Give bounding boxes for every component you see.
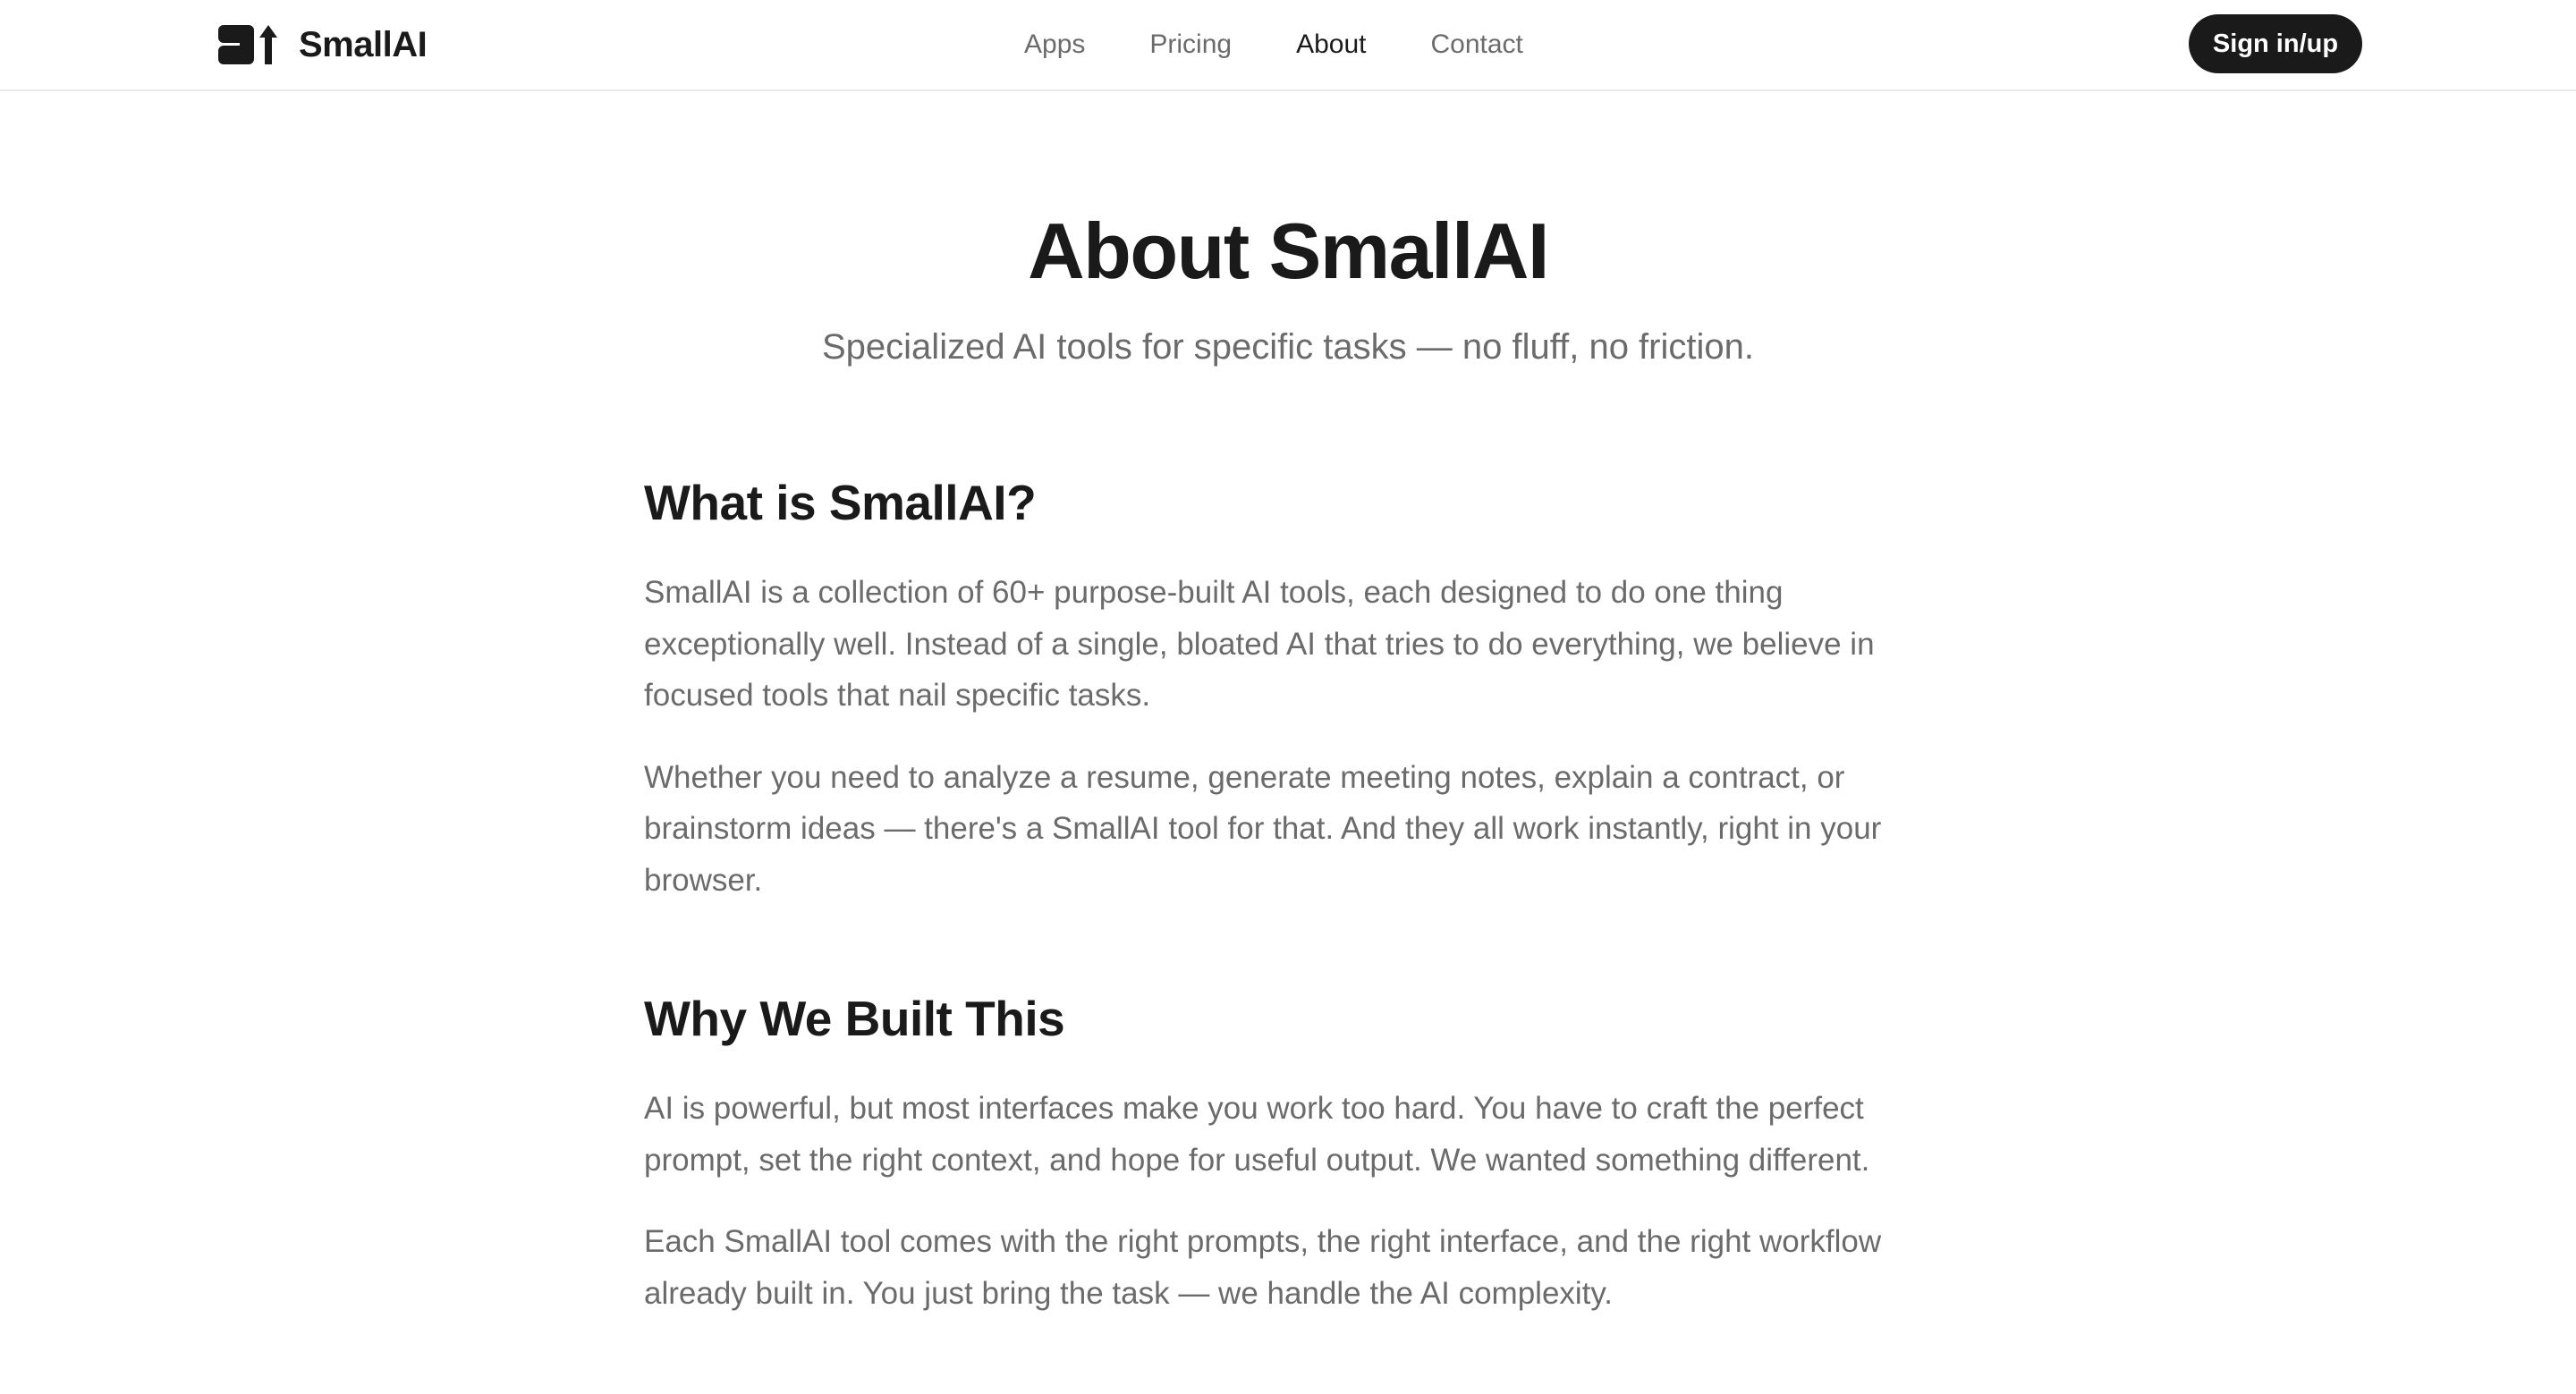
section-paragraph: Each SmallAI tool comes with the right p… xyxy=(644,1224,1882,1311)
brand-name: SmallAI xyxy=(299,24,428,64)
page-subtitle: Specialized AI tools for specific tasks … xyxy=(822,327,1754,367)
section-heading: What is SmallAI? xyxy=(644,475,1037,530)
about-content: What is SmallAI? SmallAI is a collection… xyxy=(644,465,1941,1394)
nav-contact[interactable]: Contact xyxy=(1431,30,1523,60)
smallai-logo-icon xyxy=(218,25,277,64)
brand-logo-link[interactable]: SmallAI xyxy=(218,23,428,66)
nav-pricing[interactable]: Pricing xyxy=(1149,30,1232,60)
main-nav: Apps Pricing About Contact xyxy=(1024,25,1523,64)
section-paragraph: AI is powerful, but most interfaces make… xyxy=(644,1091,1870,1178)
sign-in-button[interactable]: Sign in/up xyxy=(2189,14,2362,73)
section-paragraph: Whether you need to analyze a resume, ge… xyxy=(644,759,1882,898)
nav-apps[interactable]: Apps xyxy=(1024,30,1085,60)
section-heading: Why We Built This xyxy=(644,991,1065,1046)
section-why-built: Why We Built This AI is powerful, but mo… xyxy=(644,981,1941,1319)
nav-about[interactable]: About xyxy=(1296,30,1366,60)
section-paragraph: SmallAI is a collection of 60+ purpose-b… xyxy=(644,575,1875,713)
page-title: About SmallAI xyxy=(1028,207,1549,295)
section-what-is: What is SmallAI? SmallAI is a collection… xyxy=(644,465,1941,906)
top-navbar: SmallAI Apps Pricing About Contact Sign … xyxy=(0,0,2576,91)
